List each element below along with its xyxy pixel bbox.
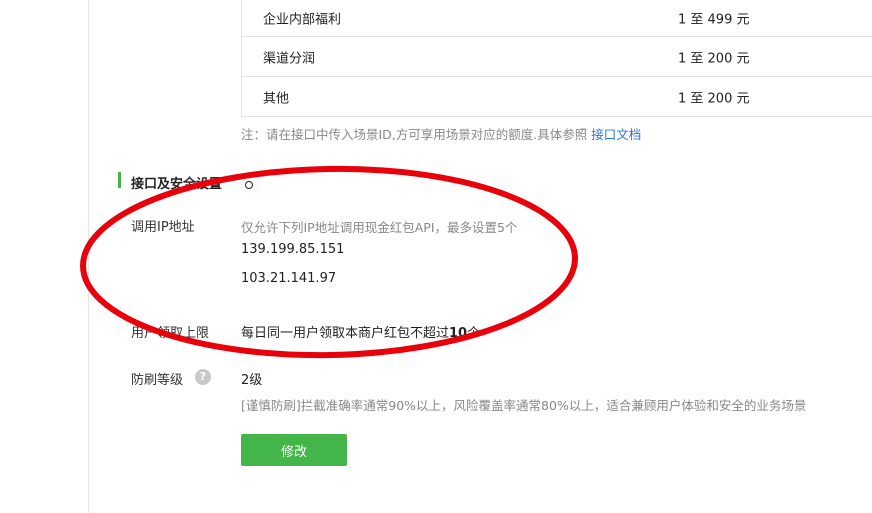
user-limit-count: 10 — [449, 326, 468, 341]
anti-fraud-description: [谨慎防刷]拦截准确率通常90%以上，风险覆盖率通常80%以上，适合兼顾用户体验… — [241, 398, 807, 413]
ip-address-hint: 仅允许下列IP地址调用现金红包API，最多设置5个 — [241, 220, 518, 235]
ip-address-item: 139.199.85.151 — [241, 242, 345, 257]
user-limit-label: 用户领取上限 — [131, 326, 210, 341]
scene-name: 渠道分润 — [263, 51, 316, 66]
table-row: 其他 1 至 200 元 — [242, 77, 872, 117]
user-limit-text: 每日同一用户领取本商户红包不超过 — [241, 326, 450, 341]
anti-fraud-label: 防刷等级 — [131, 373, 184, 388]
user-limit-unit: 个 — [467, 326, 481, 341]
table-row: 企业内部福利 1 至 499 元 — [242, 0, 872, 37]
scene-id-note: 注：请在接口中传入场景ID,方可享用场景对应的额度.具体参照 接口文档 — [241, 124, 641, 143]
content-left-border — [88, 0, 89, 513]
quota-range: 1 至 499 元 — [678, 12, 750, 28]
ip-address-item: 103.21.141.97 — [241, 271, 337, 286]
anti-fraud-level: 2级 — [241, 373, 263, 388]
table-row: 渠道分润 1 至 200 元 — [242, 37, 872, 77]
section-accent-bar — [118, 172, 121, 188]
scene-name: 企业内部福利 — [263, 12, 342, 28]
section-title: 接口及安全设置 — [131, 177, 223, 192]
note-text: 注：请在接口中传入场景ID,方可享用场景对应的额度.具体参照 — [241, 127, 592, 142]
scene-name: 其他 — [263, 91, 290, 106]
mouse-cursor-icon — [245, 181, 253, 189]
ip-address-label: 调用IP地址 — [131, 220, 195, 235]
api-doc-link[interactable]: 接口文档 — [591, 127, 641, 142]
question-icon[interactable]: ? — [195, 369, 211, 385]
scene-quota-table: 企业内部福利 1 至 499 元 渠道分润 1 至 200 元 其他 1 至 2… — [241, 0, 872, 117]
edit-button[interactable]: 修改 — [241, 434, 347, 466]
quota-range: 1 至 200 元 — [678, 91, 750, 106]
user-limit-value: 每日同一用户领取本商户红包不超过10个 — [241, 322, 480, 341]
quota-range: 1 至 200 元 — [678, 51, 750, 66]
